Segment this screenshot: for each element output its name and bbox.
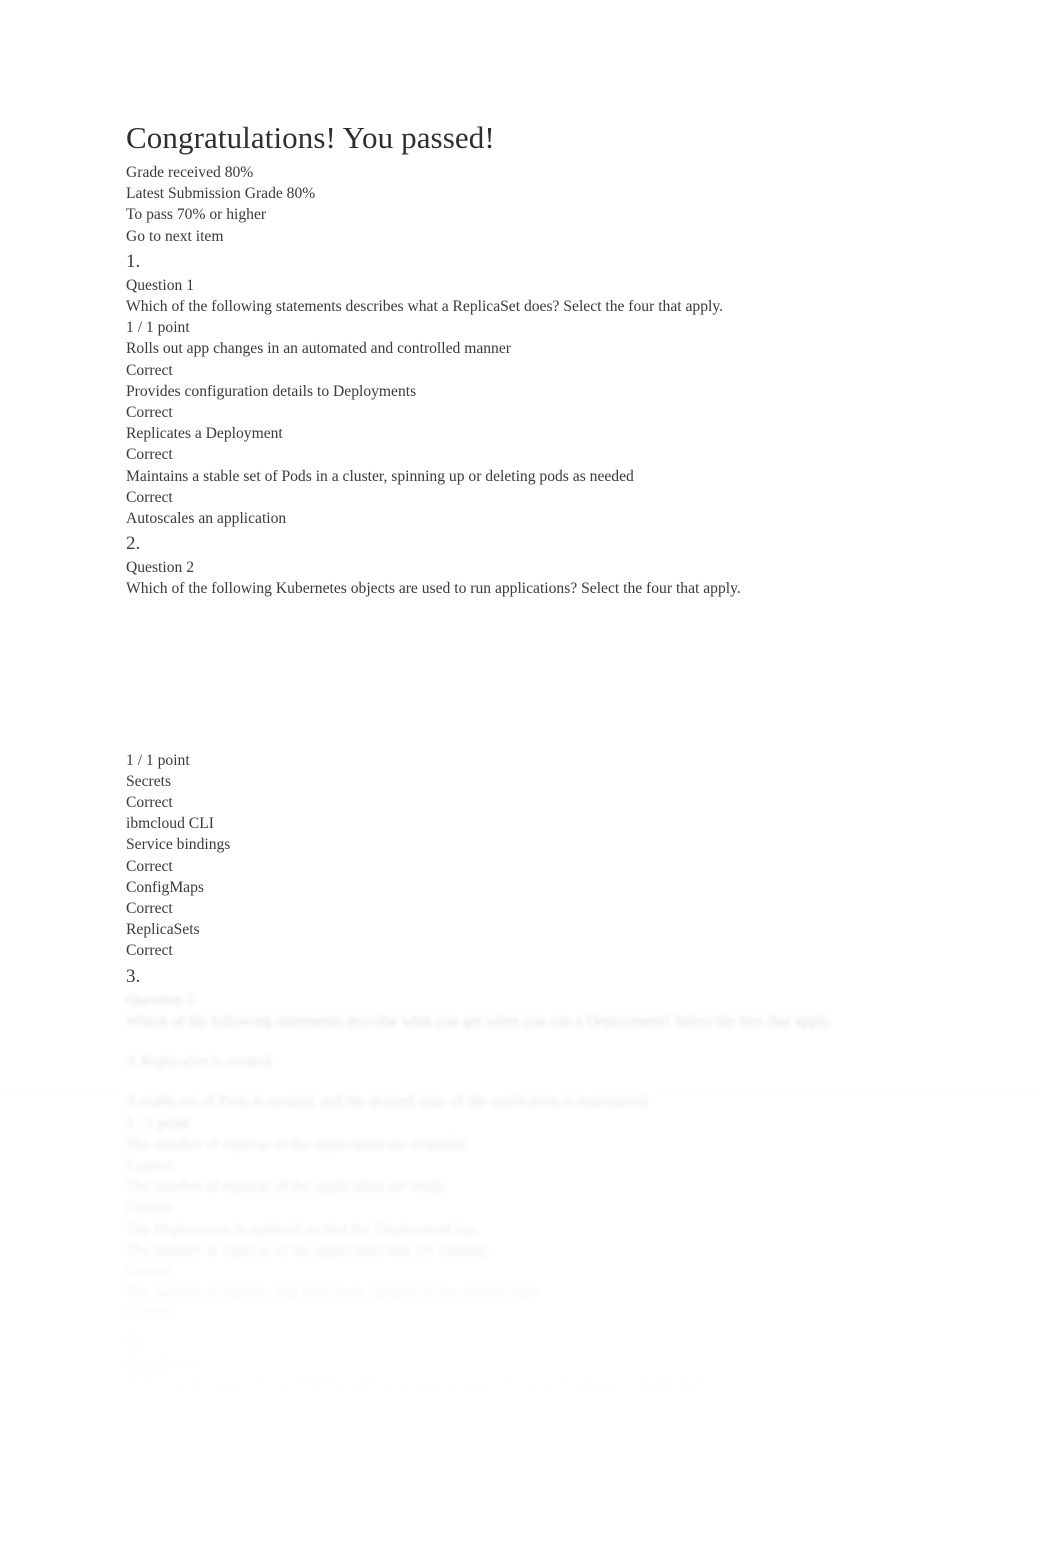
question-marker-3: 3. xyxy=(126,965,141,987)
option-text[interactable]: Replicates a Deployment xyxy=(126,423,926,444)
option-status: Correct xyxy=(126,1156,173,1174)
question-points-1: 1 / 1 point xyxy=(126,319,190,337)
option-text[interactable]: Autoscales an application xyxy=(126,508,926,529)
question-subtext-3: A ReplicaSet is created xyxy=(126,1053,272,1071)
option-status: Correct xyxy=(126,446,173,464)
option-text[interactable]: ibmcloud CLI xyxy=(126,813,926,834)
grade-received: Grade received 80% xyxy=(126,164,254,181)
option-text[interactable]: Maintains a stable set of Pods in a clus… xyxy=(126,466,926,487)
pass-threshold: To pass 70% or higher xyxy=(126,206,267,224)
option-text[interactable]: The number of replicas of the applicatio… xyxy=(126,1176,926,1197)
question-label-3: Question 3 xyxy=(126,991,195,1009)
option-text[interactable]: A stable set of Pods is created, and the… xyxy=(126,1091,926,1112)
option-status: Correct xyxy=(126,488,173,506)
option-text[interactable]: ConfigMaps xyxy=(126,877,926,898)
option-status: Correct xyxy=(126,794,173,812)
option-status: Correct xyxy=(126,404,173,422)
question-prompt-1: Which of the following statements descri… xyxy=(126,298,724,316)
option-status: Correct xyxy=(126,1262,173,1280)
option-status: Correct xyxy=(126,361,173,379)
question-prompt-4: Which of the following Kubernetes object… xyxy=(126,1375,714,1393)
question-label-2: Question 2 xyxy=(126,559,195,577)
option-status: Correct xyxy=(126,942,173,960)
question-label-4: Question 4 xyxy=(126,1354,195,1372)
question-prompt-2: Which of the following Kubernetes object… xyxy=(126,580,741,598)
option-text[interactable]: The Deployment is updated, so that the D… xyxy=(126,1219,926,1240)
question-points-2: 1 / 1 point xyxy=(126,751,190,769)
option-status: Correct xyxy=(126,900,173,918)
option-status: Correct xyxy=(126,1305,173,1323)
option-text[interactable]: ReplicaSets xyxy=(126,919,926,940)
option-text[interactable]: Rolls out app changes in an automated an… xyxy=(126,338,926,359)
question-label-1: Question 1 xyxy=(126,276,195,294)
option-text[interactable]: Secrets xyxy=(126,771,926,792)
question-marker-4: 4. xyxy=(126,1328,141,1350)
question-prompt-3: Which of the following statements descri… xyxy=(126,1012,833,1030)
question-marker-1: 1. xyxy=(126,250,141,272)
quiz-results-content: Congratulations! You passed! Grade recei… xyxy=(0,118,1048,1395)
question-points-3: 1 / 1 point xyxy=(126,1114,190,1132)
option-text[interactable]: The number of replicas that have been up… xyxy=(126,1282,926,1303)
go-to-next-item-link[interactable]: Go to next item xyxy=(126,226,926,247)
faded-bottom-region: Question 3 Which of the following statem… xyxy=(0,989,1048,1395)
option-text[interactable]: Provides configuration details to Deploy… xyxy=(126,381,926,402)
option-text[interactable]: Service bindings xyxy=(126,834,926,855)
unrendered-content-gap xyxy=(126,600,926,750)
page-title: Congratulations! You passed! xyxy=(126,120,495,155)
question-marker-2: 2. xyxy=(126,533,141,555)
option-text[interactable]: The number of replicas of the applicatio… xyxy=(126,1134,926,1155)
latest-submission-grade: Latest Submission Grade 80% xyxy=(126,185,316,203)
option-status: Correct xyxy=(126,1199,173,1217)
option-status: Correct xyxy=(126,857,173,875)
option-text[interactable]: The number of replicas of the applicatio… xyxy=(126,1240,926,1261)
document-page: Congratulations! You passed! Grade recei… xyxy=(0,0,1062,1561)
